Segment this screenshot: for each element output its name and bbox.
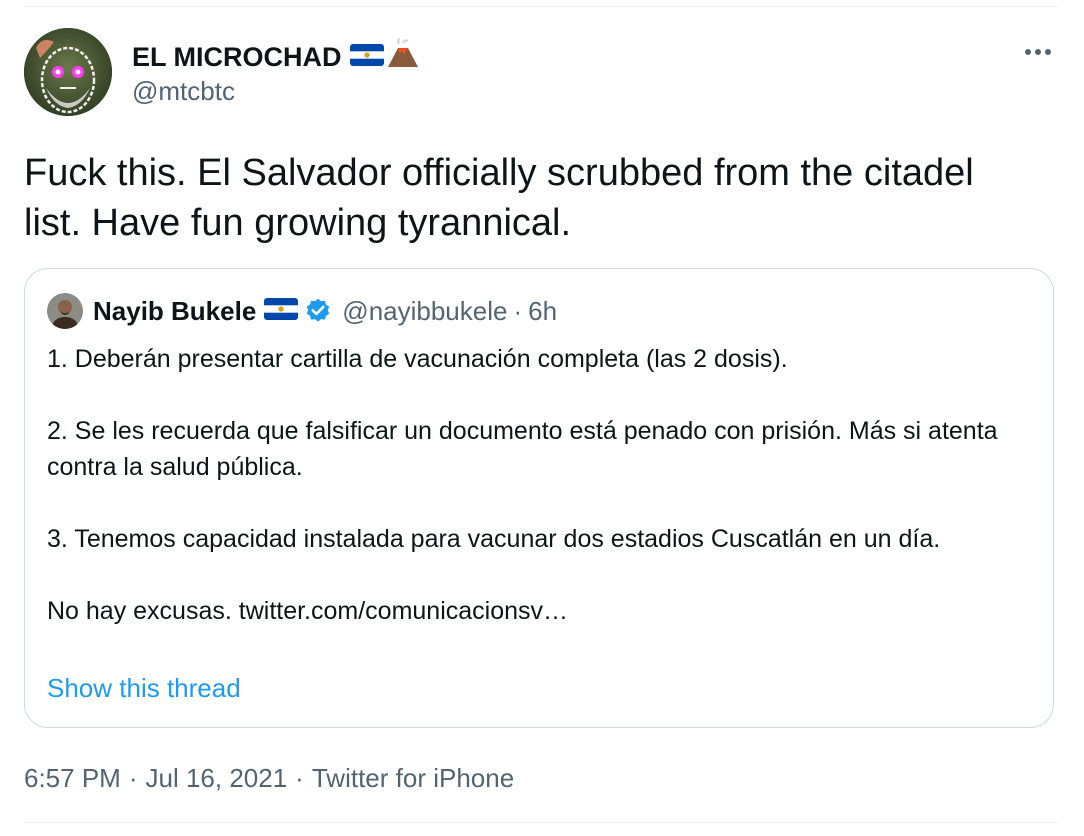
- quoted-paragraph: 1. Deberán presentar cartilla de vacunac…: [47, 345, 788, 373]
- tweet-time[interactable]: 6:57 PM: [24, 763, 121, 793]
- quoted-avatar-image: [47, 293, 83, 329]
- author-handle[interactable]: @mtcbtc: [132, 76, 235, 106]
- tweet-detail: EL MICROCHAD @mtcbtc Fuck this. El Salva…: [0, 0, 1084, 836]
- quoted-paragraph: 3. Tenemos capacidad instalada para vacu…: [47, 525, 941, 553]
- tweet-metadata: 6:57 PM · Jul 16, 2021 · Twitter for iPhone: [24, 762, 514, 794]
- volcano-icon: [386, 38, 420, 75]
- quoted-avatar[interactable]: [47, 293, 83, 329]
- tweet-text: Fuck this. El Salvador officially scrubb…: [24, 148, 1060, 248]
- tweet-text-line: Fuck this. El Salvador officially scrubb…: [24, 152, 974, 194]
- separator: ·: [128, 763, 138, 793]
- el-salvador-flag-icon: [264, 296, 299, 327]
- quoted-timestamp[interactable]: 6h: [528, 296, 557, 327]
- avatar-image: [24, 28, 112, 116]
- show-thread-link[interactable]: Show this thread: [47, 671, 241, 705]
- tweet-source[interactable]: Twitter for iPhone: [312, 763, 514, 793]
- tweet-date[interactable]: Jul 16, 2021: [146, 763, 288, 793]
- quoted-text: 1. Deberán presentar cartilla de vacunac…: [47, 341, 1037, 629]
- quoted-paragraph: 2. Se les recuerda que falsificar un doc…: [47, 417, 998, 481]
- separator: ·: [295, 763, 304, 793]
- tweet-text-line: list. Have fun growing tyrannical.: [24, 202, 572, 244]
- separator: ·: [513, 295, 523, 326]
- more-options-button[interactable]: [1022, 38, 1054, 66]
- divider: [24, 6, 1060, 7]
- more-horizontal-icon: [1025, 49, 1051, 55]
- quoted-author-handle[interactable]: @nayibbukele: [342, 296, 507, 327]
- divider: [24, 822, 1060, 823]
- author-name[interactable]: EL MICROCHAD: [132, 38, 420, 75]
- verified-badge-icon: [304, 297, 332, 325]
- el-salvador-flag-icon: [349, 41, 384, 73]
- quoted-paragraph: No hay excusas. twitter.com/comunicacion…: [47, 597, 569, 625]
- avatar[interactable]: [24, 28, 112, 116]
- quoted-header: Nayib Bukele @nayibbukele · 6h: [93, 293, 557, 329]
- quoted-tweet-card[interactable]: Nayib Bukele @nayibbukele · 6h 1. Deberá…: [24, 268, 1054, 728]
- author-name-text: EL MICROCHAD: [132, 41, 342, 72]
- quoted-author-name[interactable]: Nayib Bukele: [93, 296, 256, 327]
